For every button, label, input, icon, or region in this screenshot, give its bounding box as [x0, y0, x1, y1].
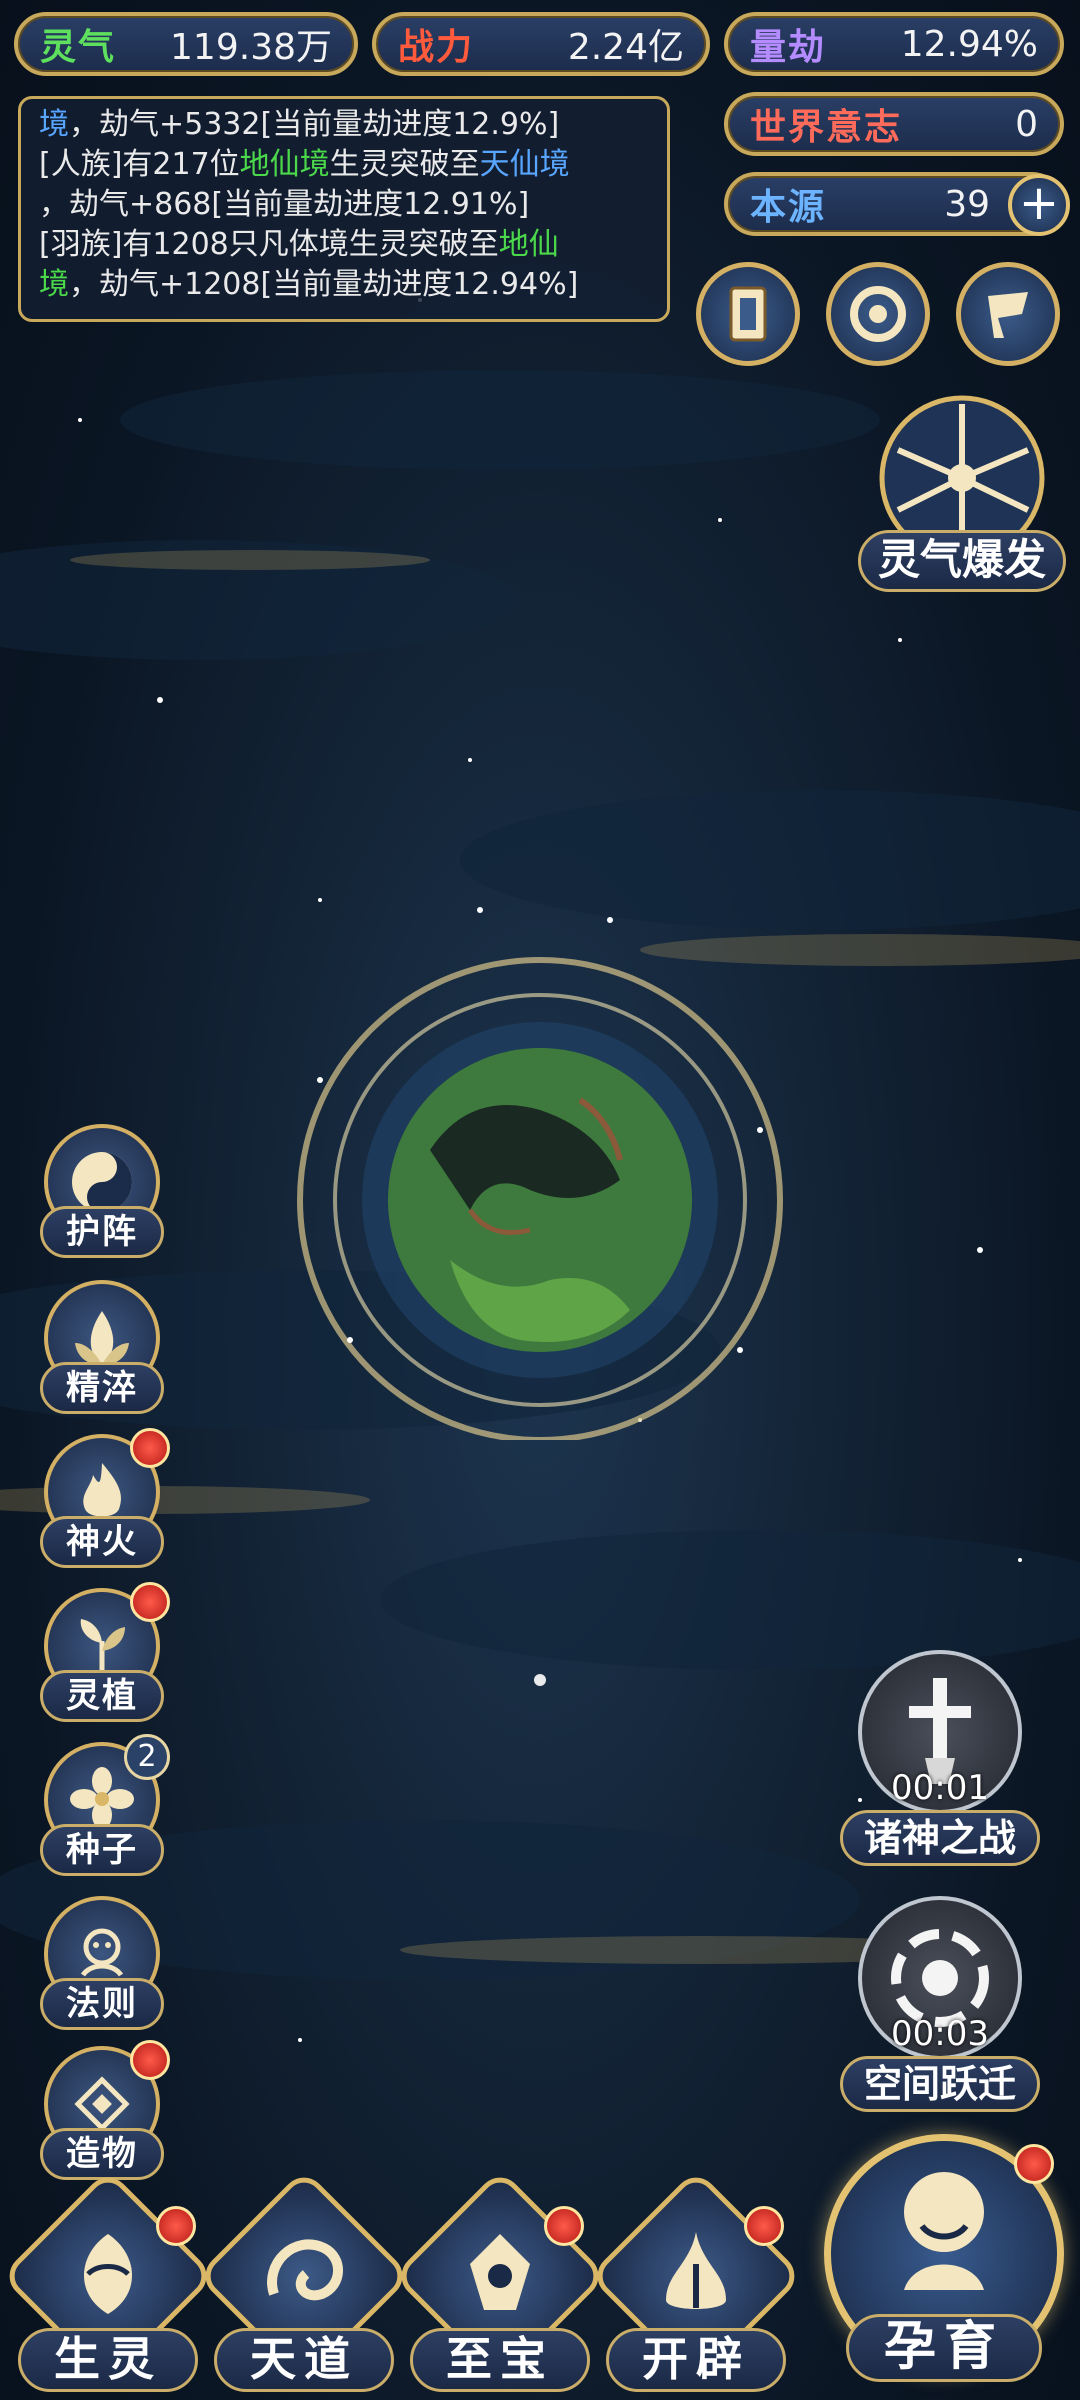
menu-shenhuo[interactable]: 神火	[38, 1428, 170, 1574]
menu-zaowu[interactable]: 造物	[38, 2040, 170, 2186]
event-kongjian[interactable]: 00:03 空间跃迁	[840, 1896, 1040, 2116]
menu-huzhen[interactable]: 护阵	[38, 1124, 166, 1264]
event-zhushen[interactable]: 00:01 诸神之战	[840, 1650, 1040, 1870]
treasure-icon	[470, 2234, 530, 2310]
event-label: 诸神之战	[840, 1810, 1040, 1866]
log-line: 境，劫气+1208[当前量劫进度12.94%]	[39, 267, 579, 302]
nav-zhibao-label: 至宝	[410, 2328, 590, 2392]
notification-dot	[744, 2206, 784, 2246]
zhanli-value: 2.24亿	[567, 27, 684, 68]
log-line: 境，劫气+5332[当前量劫进度12.9%]	[39, 107, 560, 142]
menu-lingzhi-label: 灵植	[40, 1670, 164, 1722]
menu-lingzhi[interactable]: 灵植	[38, 1582, 170, 1728]
world-planet[interactable]	[280, 880, 800, 1440]
shijie-yizhi-stat: 世界意志 0	[724, 92, 1064, 156]
menu-zhongzi[interactable]: 种子 2	[38, 1734, 170, 1882]
zhanli-label: 战力	[398, 27, 475, 68]
menu-zaowu-label: 造物	[40, 2128, 164, 2180]
notification-dot	[544, 2206, 584, 2246]
menu-shenhuo-label: 神火	[40, 1516, 164, 1568]
yunyu-button[interactable]: 孕育	[818, 2134, 1070, 2396]
flag-icon	[988, 292, 1028, 338]
nav-kaipi[interactable]: 开辟	[588, 2168, 804, 2396]
nav-tiandao[interactable]: 天道	[196, 2168, 412, 2396]
nav-kaipi-label: 开辟	[606, 2328, 786, 2392]
event-log: 境，劫气+5332[当前量劫进度12.9%] [人族]有217位地仙境生灵突破至…	[18, 96, 670, 322]
benyuan-add-button[interactable]: +	[1008, 174, 1070, 236]
lingqi-burst-button[interactable]: 灵气爆发	[858, 390, 1066, 600]
lingqi-stat: 灵气 119.38万	[14, 12, 358, 76]
liangjie-stat: 量劫 12.94%	[724, 12, 1064, 76]
open-icon	[666, 2232, 726, 2309]
notification-dot	[130, 1582, 170, 1622]
heaven-icon	[267, 2239, 343, 2301]
log-line: [羽族]有1208只凡体境生灵突破至地仙	[39, 227, 559, 262]
zhanli-stat: 战力 2.24亿	[372, 12, 710, 76]
creature-icon	[83, 2234, 133, 2314]
benyuan-label: 本源	[750, 187, 827, 228]
nav-shengling[interactable]: 生灵	[0, 2168, 216, 2396]
notification-dot	[130, 2040, 170, 2080]
event-label: 空间跃迁	[840, 2056, 1040, 2112]
notification-dot	[1014, 2144, 1054, 2184]
log-line: ，劫气+868[当前量劫进度12.91%]	[39, 187, 530, 222]
menu-faze-label: 法则	[40, 1978, 164, 2030]
menu-jingcui-label: 精淬	[40, 1362, 164, 1414]
nav-shengling-label: 生灵	[18, 2328, 198, 2392]
notification-dot	[156, 2206, 196, 2246]
shijie-yizhi-label: 世界意志	[750, 107, 903, 148]
benyuan-value: 39	[944, 183, 990, 225]
event-timer: 00:01	[891, 1768, 989, 1808]
card-icon	[729, 286, 767, 342]
event-timer: 00:03	[891, 2014, 989, 2054]
flag-button[interactable]	[956, 262, 1060, 366]
shijie-yizhi-value: 0	[1015, 103, 1038, 145]
count-badge: 2	[124, 1734, 170, 1780]
yunyu-label: 孕育	[846, 2314, 1042, 2382]
portal-icon	[850, 286, 906, 342]
lingqi-label: 灵气	[40, 27, 117, 68]
notification-dot	[130, 1428, 170, 1468]
portal-button[interactable]	[826, 262, 930, 366]
lingqi-burst-label: 灵气爆发	[858, 530, 1066, 592]
nav-tiandao-label: 天道	[214, 2328, 394, 2392]
menu-jingcui[interactable]: 精淬	[38, 1280, 166, 1420]
menu-faze[interactable]: 法则	[38, 1896, 166, 2036]
menu-zhongzi-label: 种子	[40, 1824, 164, 1876]
figure-icon	[904, 2172, 984, 2290]
menu-huzhen-label: 护阵	[40, 1206, 164, 1258]
lingqi-value: 119.38万	[170, 27, 332, 68]
liangjie-label: 量劫	[750, 27, 827, 68]
card-button[interactable]	[696, 262, 800, 366]
liangjie-value: 12.94%	[900, 23, 1038, 65]
log-line: [人族]有217位地仙境生灵突破至天仙境	[39, 147, 570, 182]
nav-zhibao[interactable]: 至宝	[392, 2168, 608, 2396]
